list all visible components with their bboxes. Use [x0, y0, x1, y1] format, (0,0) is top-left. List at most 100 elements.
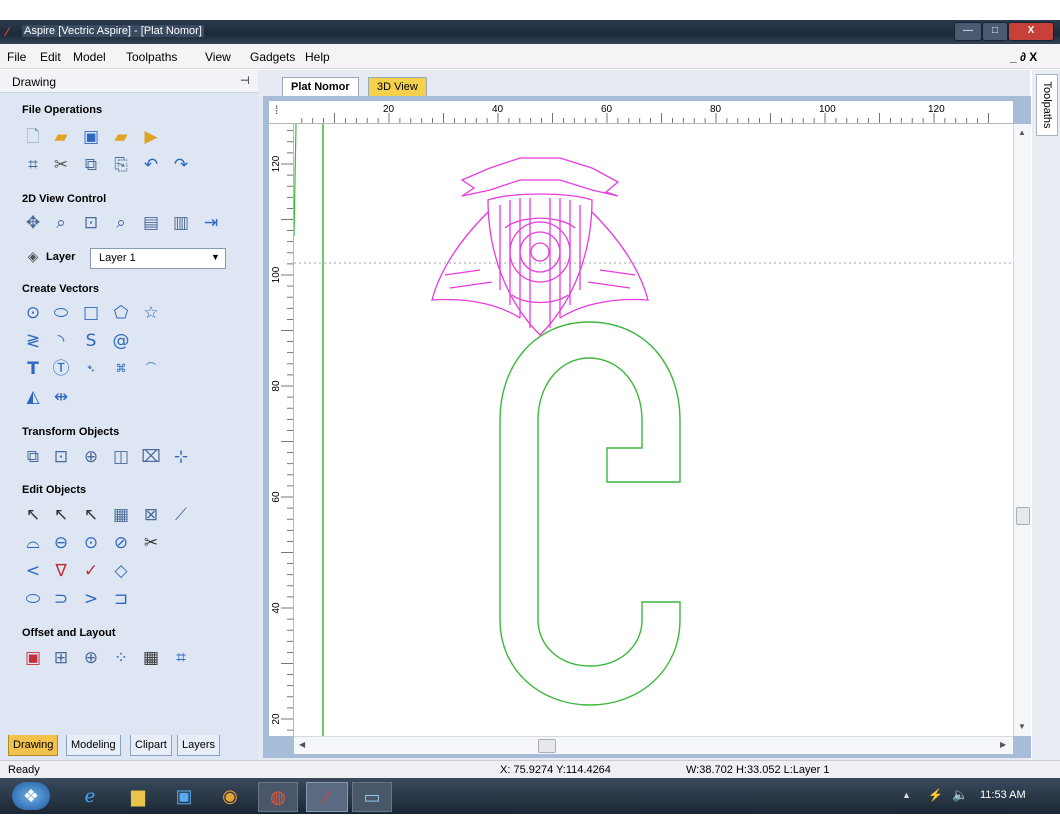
- scroll-up-icon[interactable]: ▲: [1018, 128, 1026, 137]
- text-path-icon[interactable]: ➴: [80, 358, 102, 380]
- trim-icon[interactable]: ⊘: [110, 532, 132, 554]
- mdi-controls[interactable]: _ ∂ X: [1010, 50, 1037, 64]
- start-orb-icon[interactable]: ❖: [12, 782, 50, 810]
- bracket-right-icon[interactable]: ⊐: [110, 588, 132, 610]
- distort-icon[interactable]: ⌧: [140, 446, 162, 468]
- scale-icon[interactable]: ⊡: [50, 446, 72, 468]
- spiral-icon[interactable]: @: [110, 330, 132, 352]
- scroll-down-icon[interactable]: ▼: [1018, 722, 1026, 731]
- tab-clipart[interactable]: Clipart: [130, 735, 172, 756]
- join-icon[interactable]: ⬭: [22, 588, 44, 610]
- text-icon[interactable]: T: [22, 358, 44, 380]
- network-icon[interactable]: ⚡: [928, 788, 943, 802]
- close-button[interactable]: X: [1008, 22, 1054, 41]
- bracket-icon[interactable]: ⊃: [50, 588, 72, 610]
- circle-icon[interactable]: ⊙: [22, 302, 44, 324]
- curve-icon[interactable]: S: [80, 330, 102, 352]
- export-icon[interactable]: ▶: [140, 126, 162, 148]
- drawing-canvas[interactable]: [294, 124, 1013, 736]
- tab-modeling[interactable]: Modeling: [66, 735, 121, 756]
- pin-icon[interactable]: ⊣: [240, 74, 250, 87]
- open-file-icon[interactable]: ▰: [50, 126, 72, 148]
- media-icon[interactable]: ▣: [166, 782, 202, 810]
- offset-icon[interactable]: ▣: [22, 647, 44, 669]
- undo-icon[interactable]: ↶: [140, 154, 162, 176]
- polygon-icon[interactable]: ⬠: [110, 302, 132, 324]
- pan-icon[interactable]: ✥: [22, 212, 44, 234]
- view-box-icon[interactable]: ▤: [140, 212, 162, 234]
- polyline-icon[interactable]: ≷: [22, 330, 44, 352]
- node-edit-icon[interactable]: ↖: [50, 504, 72, 526]
- text-arc-icon[interactable]: ⌒: [140, 358, 162, 380]
- horizontal-scrollbar[interactable]: ◀ ▶: [294, 736, 1013, 754]
- group-icon[interactable]: ▦: [110, 504, 132, 526]
- transform-edit-icon[interactable]: ↖: [80, 504, 102, 526]
- align-icon[interactable]: ⊹: [170, 446, 192, 468]
- import-icon[interactable]: ▰: [110, 126, 132, 148]
- menu-model[interactable]: Model: [73, 50, 106, 64]
- scroll-right-icon[interactable]: ▶: [1000, 740, 1006, 749]
- hook-vector[interactable]: [499, 321, 681, 706]
- circular-array-icon[interactable]: ⊕: [80, 647, 102, 669]
- save-file-icon[interactable]: ▣: [80, 126, 102, 148]
- redo-icon[interactable]: ↷: [170, 154, 192, 176]
- ie-icon[interactable]: ℯ: [72, 782, 108, 810]
- scissors-icon[interactable]: ✂: [140, 532, 162, 554]
- cut-icon[interactable]: ✂: [50, 154, 72, 176]
- rectangle-icon[interactable]: □: [80, 302, 102, 324]
- tab-plat-nomor[interactable]: Plat Nomor: [282, 77, 359, 97]
- nest-icon[interactable]: ⁘: [110, 647, 132, 669]
- text-box-icon[interactable]: Ⓣ: [50, 358, 72, 380]
- menu-toolpaths[interactable]: Toolpaths: [126, 50, 177, 64]
- copy-icon[interactable]: ⧉: [80, 154, 102, 176]
- intersect-icon[interactable]: ⊙: [80, 532, 102, 554]
- menu-file[interactable]: File: [7, 50, 26, 64]
- tile-icon[interactable]: ⌗: [170, 647, 192, 669]
- tab-drawing[interactable]: Drawing: [8, 735, 59, 756]
- menu-gadgets[interactable]: Gadgets: [250, 50, 295, 64]
- aspire-icon[interactable]: ⁄: [306, 782, 348, 812]
- emblem-vector[interactable]: [431, 157, 649, 336]
- zoom-fit-icon[interactable]: ⌕: [110, 212, 132, 234]
- array-icon[interactable]: ⊞: [50, 647, 72, 669]
- zoom-icon[interactable]: ⌕: [50, 212, 72, 234]
- star-icon[interactable]: ☆: [140, 302, 162, 324]
- vertical-scrollbar[interactable]: ▲ ▼: [1013, 124, 1031, 736]
- arc-icon[interactable]: ◝: [50, 330, 72, 352]
- subtract-icon[interactable]: ⊖: [50, 532, 72, 554]
- measure-icon[interactable]: ⟋: [170, 504, 192, 526]
- layer-select[interactable]: Layer 1 ▼: [90, 248, 226, 269]
- move-icon[interactable]: ⧉: [22, 446, 44, 468]
- ellipse-icon[interactable]: ⬭: [50, 302, 72, 324]
- weld-icon[interactable]: ⌓: [22, 532, 44, 554]
- explorer-icon[interactable]: ▆: [120, 782, 156, 810]
- text-shape-icon[interactable]: ⌘: [110, 358, 132, 380]
- zoom-box-icon[interactable]: ⊡: [80, 212, 102, 234]
- minimize-button[interactable]: —: [954, 22, 982, 41]
- maximize-button[interactable]: □: [982, 22, 1008, 41]
- menu-edit[interactable]: Edit: [40, 50, 61, 64]
- fillet-icon[interactable]: <: [22, 560, 44, 582]
- arrow-right-icon[interactable]: >: [80, 588, 102, 610]
- menu-view[interactable]: View: [205, 50, 231, 64]
- grid-icon[interactable]: ▦: [140, 647, 162, 669]
- view-split-icon[interactable]: ▥: [170, 212, 192, 234]
- window-icon[interactable]: ▭: [352, 782, 392, 812]
- chrome-icon[interactable]: ◉: [212, 782, 248, 810]
- horizontal-scroll-thumb[interactable]: [538, 739, 556, 753]
- new-file-icon[interactable]: 🗋: [22, 126, 44, 148]
- tray-up-icon[interactable]: ▲: [902, 790, 911, 800]
- select-all-icon[interactable]: ⌗: [22, 154, 44, 176]
- node-icon[interactable]: ◭: [22, 386, 44, 408]
- menu-help[interactable]: Help: [305, 50, 330, 64]
- smooth-icon[interactable]: ◇: [110, 560, 132, 582]
- volume-icon[interactable]: 🔈: [952, 787, 968, 803]
- select-icon[interactable]: ↖: [22, 504, 44, 526]
- mirror-icon[interactable]: ◫: [110, 446, 132, 468]
- dimension-icon[interactable]: ⇹: [50, 386, 72, 408]
- extend-icon[interactable]: ✓: [80, 560, 102, 582]
- toolpaths-side-tab[interactable]: Toolpaths: [1036, 74, 1058, 136]
- view-next-icon[interactable]: ⇥: [200, 212, 222, 234]
- scroll-left-icon[interactable]: ◀: [299, 740, 305, 749]
- app-icon[interactable]: ◍: [258, 782, 298, 812]
